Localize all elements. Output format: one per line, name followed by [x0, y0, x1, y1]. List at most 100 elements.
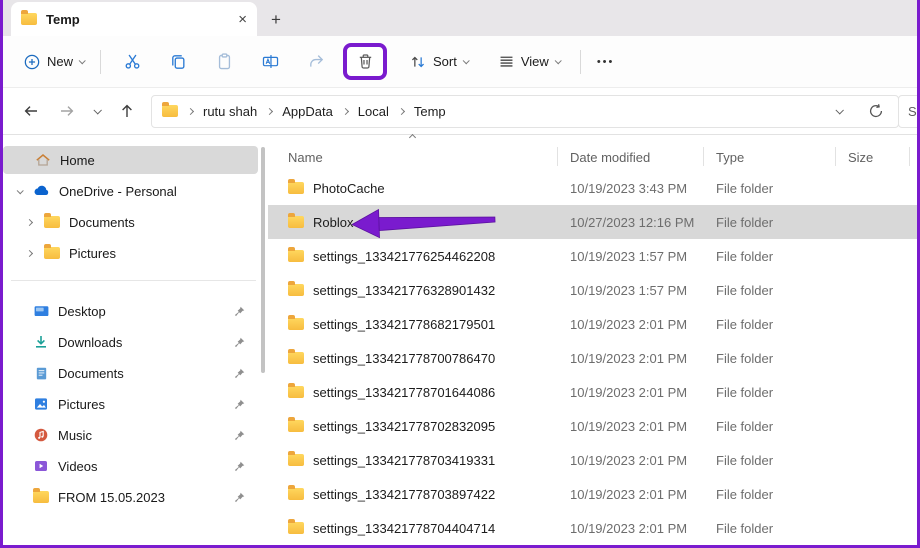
- file-row[interactable]: settings_133421776328901432 10/19/2023 1…: [268, 273, 917, 307]
- sidebar-item-desktop[interactable]: Desktop: [3, 297, 258, 325]
- music-icon: [32, 427, 50, 443]
- column-header-type[interactable]: Type: [704, 143, 836, 171]
- sidebar-item-label: Downloads: [58, 335, 122, 350]
- sidebar-item-downloads[interactable]: Downloads: [3, 328, 258, 356]
- column-header-name[interactable]: Name: [268, 143, 558, 171]
- chevron-down-icon[interactable]: [16, 187, 23, 194]
- share-icon: [307, 52, 326, 71]
- view-button[interactable]: View: [490, 47, 568, 76]
- cut-icon: [123, 52, 142, 71]
- chevron-down-icon: [79, 57, 86, 64]
- downloads-icon: [32, 334, 50, 350]
- breadcrumb[interactable]: rutu shah AppData Local Temp: [151, 95, 899, 128]
- search-input[interactable]: Se: [898, 95, 920, 128]
- folder-icon: [288, 318, 304, 330]
- new-button[interactable]: New: [15, 47, 92, 77]
- breadcrumb-segment[interactable]: rutu shah: [199, 101, 261, 122]
- recent-locations-button[interactable]: [90, 104, 104, 118]
- sidebar-scrollbar[interactable]: [261, 147, 265, 373]
- sidebar-item-pictures[interactable]: Pictures: [3, 390, 258, 418]
- onedrive-cloud-icon: [33, 182, 51, 200]
- paste-button[interactable]: [201, 46, 247, 77]
- sidebar-divider: [11, 280, 256, 281]
- breadcrumb-segment[interactable]: AppData: [278, 101, 337, 122]
- folder-icon: [43, 216, 61, 228]
- folder-icon: [288, 454, 304, 466]
- sidebar-item-from-folder[interactable]: FROM 15.05.2023: [3, 483, 258, 511]
- sidebar-item-label: Documents: [69, 215, 135, 230]
- sidebar-item-documents[interactable]: Documents: [3, 359, 258, 387]
- address-dropdown-icon[interactable]: [835, 106, 843, 114]
- breadcrumb-segment[interactable]: Temp: [410, 101, 450, 122]
- pin-icon: [234, 430, 245, 441]
- forward-button[interactable]: [54, 98, 80, 124]
- copy-button[interactable]: [155, 46, 201, 77]
- chevron-right-icon: [398, 107, 405, 114]
- view-button-label: View: [521, 54, 549, 69]
- sort-arrows-icon: [409, 53, 427, 71]
- file-row[interactable]: settings_133421776254462208 10/19/2023 1…: [268, 239, 917, 273]
- file-row-selected[interactable]: Roblox 10/27/2023 12:16 PM File folder: [268, 205, 917, 239]
- folder-icon: [288, 284, 304, 296]
- folder-icon: [288, 420, 304, 432]
- folder-icon: [162, 105, 178, 117]
- folder-icon: [288, 352, 304, 364]
- file-row[interactable]: settings_133421778682179501 10/19/2023 2…: [268, 307, 917, 341]
- column-header-size[interactable]: Size: [836, 143, 910, 171]
- file-explorer-window: Temp × + New: [0, 0, 920, 548]
- new-tab-button[interactable]: +: [271, 10, 281, 30]
- column-header-date-modified[interactable]: Date modified: [558, 143, 704, 171]
- file-row[interactable]: settings_133421778700786470 10/19/2023 2…: [268, 341, 917, 375]
- pin-icon: [234, 337, 245, 348]
- refresh-button[interactable]: [864, 99, 888, 123]
- folder-icon: [288, 250, 304, 262]
- file-list: Name Date modified Type Size PhotoCache …: [268, 135, 917, 545]
- rename-button[interactable]: [247, 46, 293, 77]
- file-row[interactable]: settings_133421778703897422 10/19/2023 2…: [268, 477, 917, 511]
- sort-button-label: Sort: [433, 54, 457, 69]
- sidebar-item-label: Desktop: [58, 304, 106, 319]
- tab-close-icon[interactable]: ×: [238, 12, 247, 27]
- pin-icon: [234, 399, 245, 410]
- sidebar-item-onedrive-pictures[interactable]: Pictures: [3, 239, 258, 267]
- sidebar-item-label: OneDrive - Personal: [59, 184, 177, 199]
- copy-icon: [169, 52, 188, 71]
- tab-title: Temp: [46, 12, 238, 27]
- chevron-right-icon: [187, 107, 194, 114]
- desktop-icon: [32, 303, 50, 320]
- tab-temp[interactable]: Temp ×: [11, 2, 257, 36]
- up-button[interactable]: [114, 98, 140, 124]
- sidebar-item-label: Pictures: [69, 246, 116, 261]
- share-button[interactable]: [293, 46, 339, 77]
- sidebar-item-onedrive[interactable]: OneDrive - Personal: [3, 177, 258, 205]
- sidebar-item-home[interactable]: Home: [3, 146, 258, 174]
- file-row[interactable]: PhotoCache 10/19/2023 3:43 PM File folde…: [268, 171, 917, 205]
- sidebar-item-music[interactable]: Music: [3, 421, 258, 449]
- breadcrumb-segment[interactable]: Local: [354, 101, 393, 122]
- chevron-right-icon[interactable]: [25, 249, 32, 256]
- sidebar-item-label: Music: [58, 428, 92, 443]
- see-more-button[interactable]: •••: [589, 50, 623, 74]
- file-row[interactable]: settings_133421778703419331 10/19/2023 2…: [268, 443, 917, 477]
- file-row[interactable]: settings_133421778702832095 10/19/2023 2…: [268, 409, 917, 443]
- sidebar-item-videos[interactable]: Videos: [3, 452, 258, 480]
- folder-icon: [288, 182, 304, 194]
- command-toolbar: New: [3, 36, 917, 88]
- cut-button[interactable]: [109, 46, 155, 77]
- sort-button[interactable]: Sort: [401, 47, 476, 77]
- folder-icon: [288, 386, 304, 398]
- sidebar-item-onedrive-documents[interactable]: Documents: [3, 208, 258, 236]
- pin-icon: [234, 306, 245, 317]
- chevron-right-icon[interactable]: [25, 218, 32, 225]
- delete-button[interactable]: [348, 48, 382, 75]
- sidebar-item-label: Home: [60, 153, 95, 168]
- sort-ascending-icon: [409, 134, 416, 141]
- home-icon: [34, 152, 52, 168]
- folder-icon: [43, 247, 61, 259]
- back-button[interactable]: [18, 98, 44, 124]
- paste-icon: [215, 52, 234, 71]
- file-row[interactable]: settings_133421778704404714 10/19/2023 2…: [268, 511, 917, 545]
- view-lines-icon: [498, 53, 515, 70]
- file-row[interactable]: settings_133421778701644086 10/19/2023 2…: [268, 375, 917, 409]
- address-bar: rutu shah AppData Local Temp Se: [3, 88, 917, 135]
